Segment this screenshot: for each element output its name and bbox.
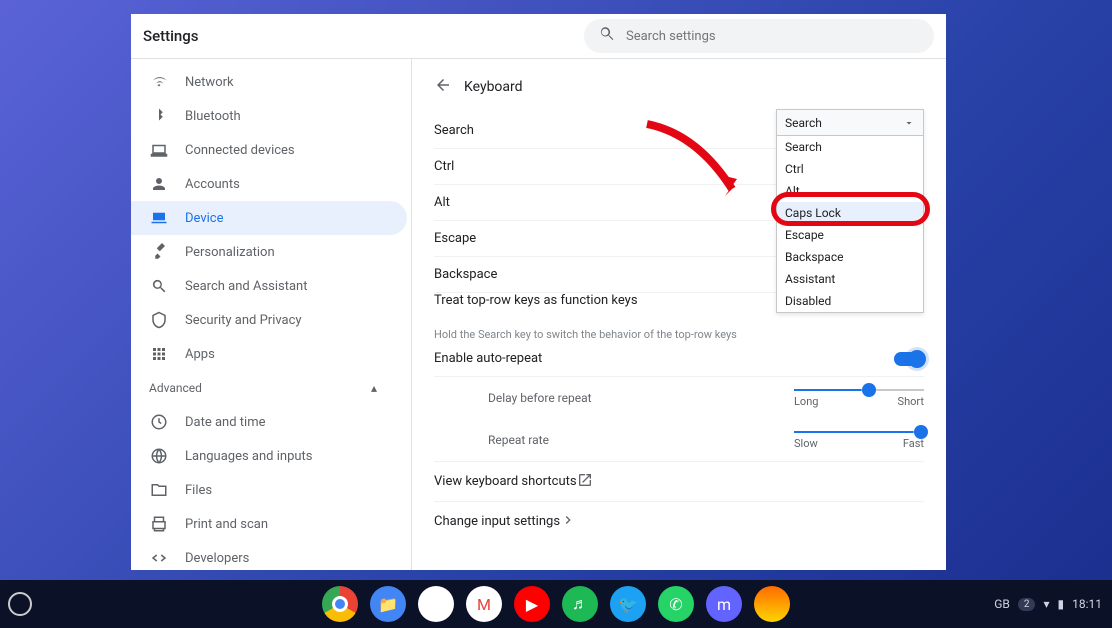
tray-notif[interactable]: 2 [1018, 598, 1036, 611]
sidebar-item-label: Network [185, 75, 234, 90]
dropdown-option-alt[interactable]: Alt [777, 180, 923, 202]
brush-icon [149, 242, 169, 262]
dropdown-option-search[interactable]: Search [777, 136, 923, 158]
search-key-dropdown[interactable]: SearchSearchCtrlAltCaps LockEscapeBacksp… [776, 109, 924, 313]
gmail-icon[interactable]: M [466, 586, 502, 622]
print-icon [149, 514, 169, 534]
sidebar-item-label: Bluetooth [185, 109, 241, 124]
delay-slider[interactable] [794, 389, 924, 391]
external-icon [577, 472, 593, 492]
sidebar-item-device[interactable]: Device [131, 201, 407, 235]
chevron-right-icon [560, 512, 576, 532]
chrome-icon[interactable] [322, 586, 358, 622]
wifi-icon[interactable]: ▾ [1043, 597, 1049, 611]
app-title: Settings [143, 27, 199, 45]
globe-icon [149, 446, 169, 466]
rate-row: Repeat rate SlowFast [434, 419, 924, 461]
sidebar-item-label: Files [185, 483, 212, 498]
search-icon [149, 276, 169, 296]
header: Settings [131, 14, 946, 58]
battery-icon[interactable]: ▮ [1058, 597, 1065, 611]
mastodon-icon[interactable]: m [706, 586, 742, 622]
game-icon[interactable] [754, 586, 790, 622]
youtube-icon[interactable]: ▶ [514, 586, 550, 622]
auto-repeat-row[interactable]: Enable auto-repeat [434, 341, 924, 377]
shelf: 📁 ▶ M ▶ ♬ 🐦 ✆ m [0, 580, 1112, 628]
dropdown-option-escape[interactable]: Escape [777, 224, 923, 246]
system-tray[interactable]: GB 2 ▾ ▮ 18:11 [994, 580, 1102, 628]
sidebar-item-label: Accounts [185, 177, 240, 192]
play-store-icon[interactable]: ▶ [418, 586, 454, 622]
shield-icon [149, 310, 169, 330]
twitter-icon[interactable]: 🐦 [610, 586, 646, 622]
dropdown-option-backspace[interactable]: Backspace [777, 246, 923, 268]
sidebar-item-date-and-time[interactable]: Date and time [131, 405, 407, 439]
page-title: Keyboard [464, 79, 523, 95]
sidebar-advanced-toggle[interactable]: Advanced▴ [131, 371, 407, 405]
wifi-icon [149, 72, 169, 92]
dropdown-option-ctrl[interactable]: Ctrl [777, 158, 923, 180]
person-icon [149, 174, 169, 194]
sidebar-item-security-and-privacy[interactable]: Security and Privacy [131, 303, 407, 337]
sidebar-item-label: Developers [185, 551, 249, 566]
sidebar-item-label: Apps [185, 347, 215, 362]
sidebar-item-label: Connected devices [185, 143, 295, 158]
sidebar-item-label: Date and time [185, 415, 266, 430]
back-icon[interactable] [434, 76, 464, 98]
delay-row: Delay before repeat LongShort [434, 377, 924, 419]
clock-icon [149, 412, 169, 432]
sidebar-item-label: Search and Assistant [185, 279, 308, 294]
sidebar-item-connected-devices[interactable]: Connected devices [131, 133, 407, 167]
laptop-icon [149, 208, 169, 228]
sidebar-item-label: Security and Privacy [185, 313, 302, 328]
files-icon[interactable]: 📁 [370, 586, 406, 622]
dropdown-option-disabled[interactable]: Disabled [777, 290, 923, 312]
apps-icon [149, 344, 169, 364]
devices-icon [149, 140, 169, 160]
sidebar-item-label: Personalization [185, 245, 275, 260]
auto-repeat-toggle[interactable] [894, 352, 924, 366]
sidebar-item-search-and-assistant[interactable]: Search and Assistant [131, 269, 407, 303]
main-panel: Keyboard SearchCtrlAltEscapeBackspace Tr… [411, 59, 946, 570]
shortcuts-row[interactable]: View keyboard shortcuts [434, 461, 924, 501]
bt-icon [149, 106, 169, 126]
search-icon [598, 25, 626, 47]
sidebar-item-label: Device [185, 211, 224, 226]
breadcrumb[interactable]: Keyboard [434, 71, 924, 103]
sidebar-item-bluetooth[interactable]: Bluetooth [131, 99, 407, 133]
sidebar-item-label: Languages and inputs [185, 449, 313, 464]
search-input[interactable] [626, 29, 920, 44]
sidebar-item-label: Print and scan [185, 517, 268, 532]
sidebar-item-accounts[interactable]: Accounts [131, 167, 407, 201]
sidebar-item-apps[interactable]: Apps [131, 337, 407, 371]
spotify-icon[interactable]: ♬ [562, 586, 598, 622]
sidebar-item-languages-and-inputs[interactable]: Languages and inputs [131, 439, 407, 473]
tray-time[interactable]: 18:11 [1072, 597, 1102, 611]
settings-window: Settings Network Bluetooth Connected devic… [131, 14, 946, 570]
sidebar-item-network[interactable]: Network [131, 65, 407, 99]
launcher-button[interactable] [8, 592, 32, 616]
sidebar-item-files[interactable]: Files [131, 473, 407, 507]
sidebar-item-print-and-scan[interactable]: Print and scan [131, 507, 407, 541]
dropdown-option-assistant[interactable]: Assistant [777, 268, 923, 290]
dropdown-selected[interactable]: Search [777, 110, 923, 136]
sidebar: Network Bluetooth Connected devices Account… [131, 59, 411, 570]
code-icon [149, 548, 169, 568]
tray-lang[interactable]: GB [994, 597, 1010, 611]
sidebar-item-personalization[interactable]: Personalization [131, 235, 407, 269]
sidebar-item-developers[interactable]: Developers [131, 541, 407, 570]
chevron-up-icon: ▴ [371, 381, 377, 395]
folder-icon [149, 480, 169, 500]
whatsapp-icon[interactable]: ✆ [658, 586, 694, 622]
search-box[interactable] [584, 19, 934, 53]
dropdown-option-caps-lock[interactable]: Caps Lock [777, 202, 923, 224]
input-settings-row[interactable]: Change input settings [434, 501, 924, 541]
rate-slider[interactable] [794, 431, 924, 433]
